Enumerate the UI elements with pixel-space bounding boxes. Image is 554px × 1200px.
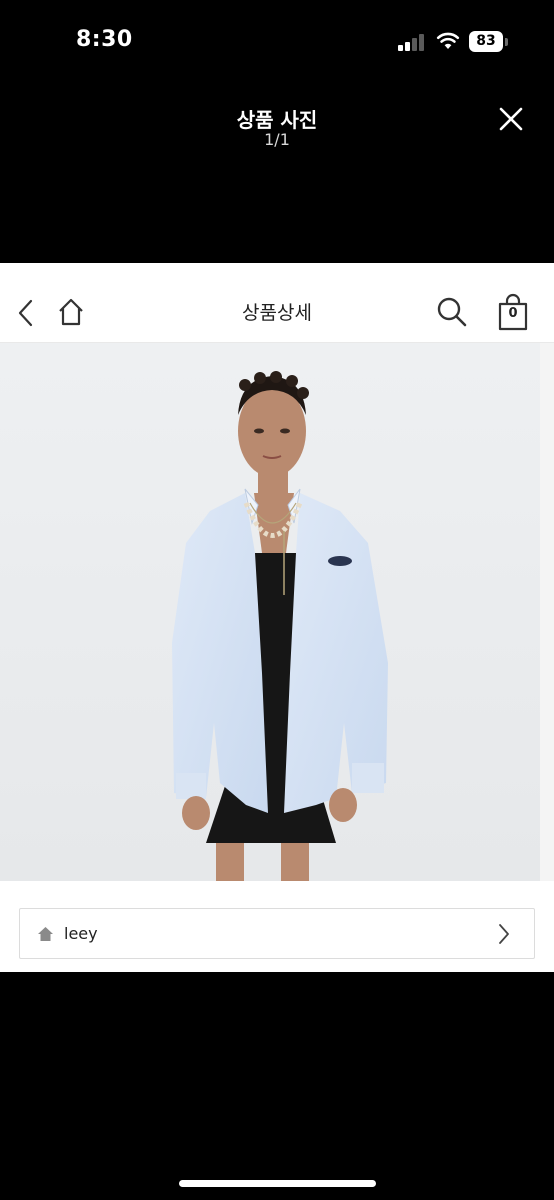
wifi-icon: [436, 32, 460, 49]
chevron-right-icon: [499, 924, 509, 944]
cart-count: 0: [508, 306, 518, 321]
status-time: 8:30: [76, 27, 133, 52]
battery-nub: [505, 38, 508, 46]
close-icon[interactable]: [496, 104, 526, 134]
cart-button[interactable]: 0: [496, 293, 530, 331]
search-icon[interactable]: [436, 296, 468, 328]
battery-icon: 83: [469, 31, 503, 52]
product-image: [0, 343, 540, 881]
home-icon: [38, 927, 53, 941]
viewer-title: 상품 사진: [236, 108, 318, 132]
nav-bar: 상품상세 0: [0, 263, 554, 343]
status-bar: 8:30 83: [0, 0, 554, 84]
scrollbar-track[interactable]: [540, 343, 554, 881]
model-illustration: [0, 343, 540, 881]
home-indicator[interactable]: [179, 1180, 376, 1187]
shop-name: leey: [64, 924, 98, 943]
page-title: 상품상세: [242, 302, 312, 324]
shop-link[interactable]: leey: [19, 908, 535, 959]
product-detail-card: 상품상세 0 leey: [0, 263, 554, 972]
image-counter: 1/1: [264, 130, 290, 149]
signal-icon: [398, 33, 426, 51]
